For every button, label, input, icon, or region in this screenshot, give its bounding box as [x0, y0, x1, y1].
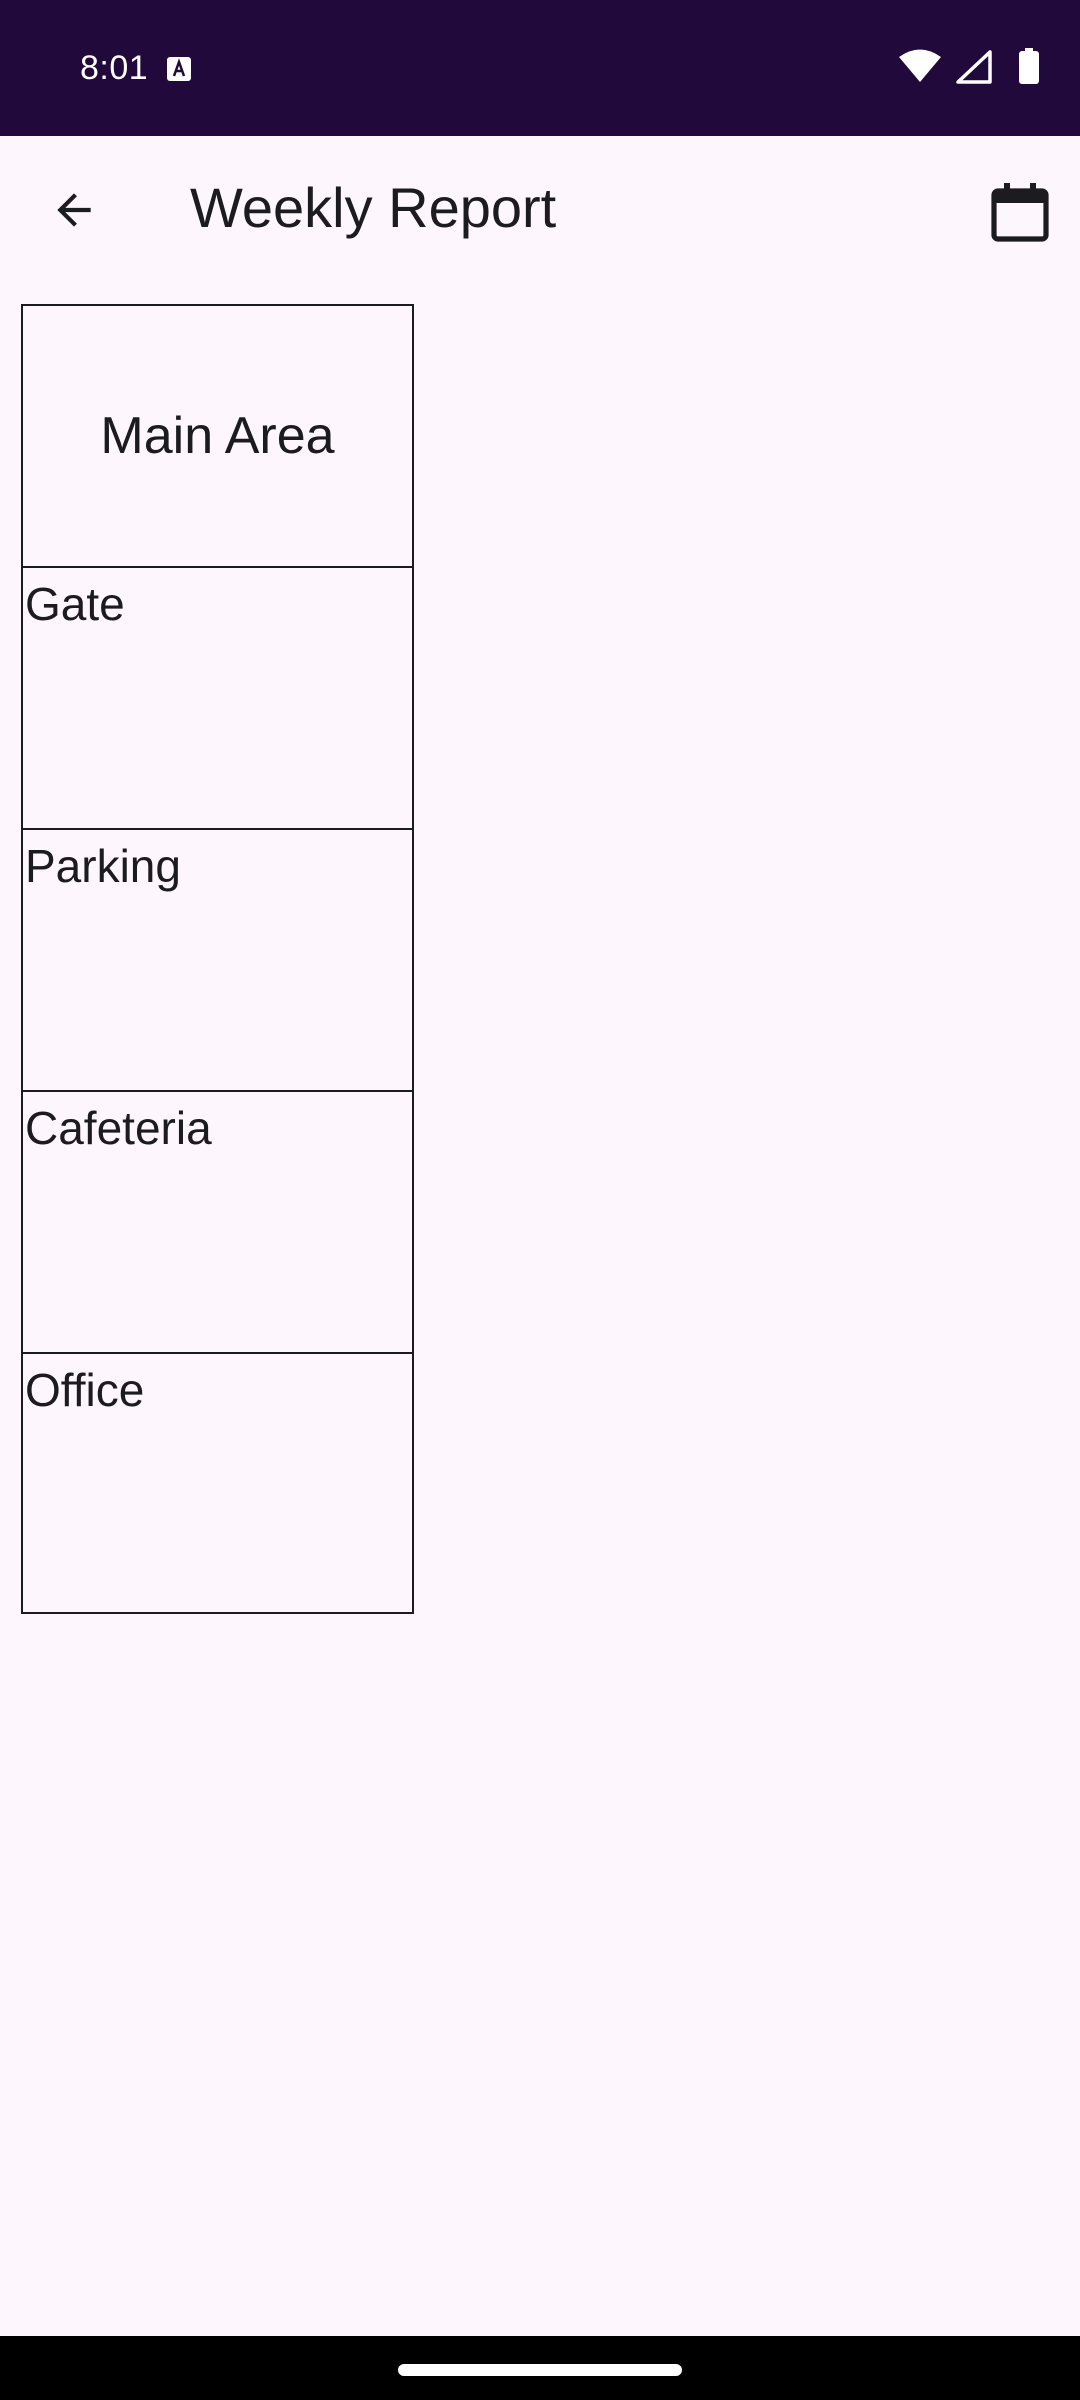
table-row-parking[interactable]: Parking: [23, 828, 412, 1090]
calendar-icon: [991, 183, 1049, 242]
status-bar: 8:01: [0, 0, 1080, 136]
row-label: Cafeteria: [25, 1102, 212, 1154]
arrow-back-icon: [57, 193, 91, 227]
row-label: Parking: [25, 840, 181, 892]
wifi-icon: [899, 49, 941, 82]
row-label: Office: [25, 1364, 145, 1416]
battery-icon: [1019, 48, 1039, 84]
table-header: Main Area: [100, 407, 335, 465]
back-button[interactable]: [28, 164, 120, 256]
signal-icon: [956, 50, 992, 84]
navigation-bar: [0, 2336, 1080, 2400]
row-label: Gate: [25, 578, 125, 630]
table-row-office[interactable]: Office: [23, 1352, 412, 1614]
status-time: 8:01: [80, 49, 149, 87]
app-bar: Weekly Report: [0, 136, 1080, 280]
table-row-gate[interactable]: Gate: [23, 566, 412, 828]
page-title: Weekly Report: [190, 176, 557, 239]
report-table: Main Area Gate Parking Cafeteria Office: [21, 304, 414, 1614]
keyboard-a-icon: [167, 57, 191, 81]
table-row-cafeteria[interactable]: Cafeteria: [23, 1090, 412, 1352]
home-gesture-handle[interactable]: [398, 2364, 682, 2376]
calendar-button[interactable]: [974, 166, 1066, 258]
